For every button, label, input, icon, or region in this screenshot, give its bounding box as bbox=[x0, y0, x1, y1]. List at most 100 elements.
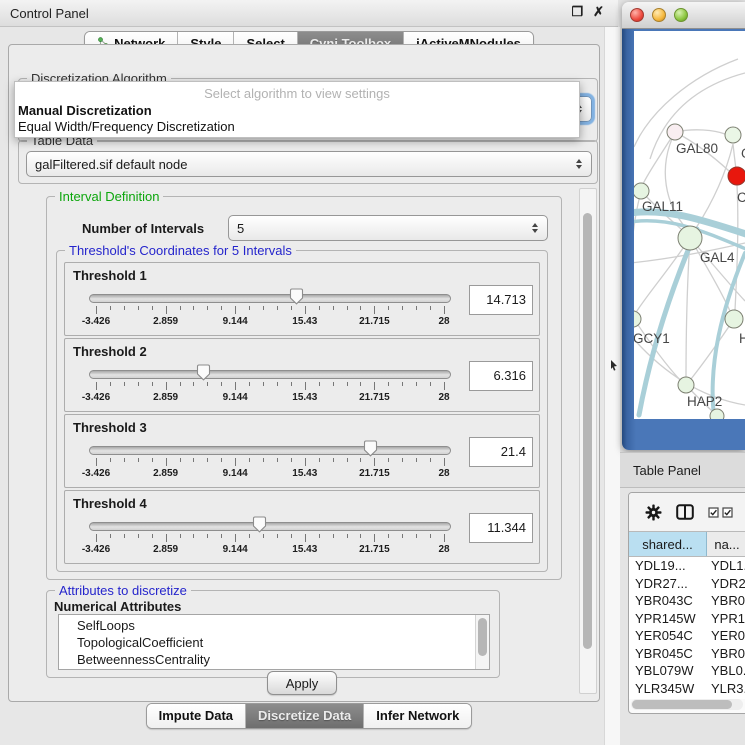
tab-impute-data[interactable]: Impute Data bbox=[147, 704, 246, 728]
zoom-traffic-light-icon[interactable] bbox=[674, 8, 688, 22]
dropdown-option-manual-discretization[interactable]: Manual Discretization bbox=[15, 102, 579, 118]
mouse-cursor bbox=[610, 360, 618, 371]
slider-tick-labels: -3.4262.8599.14415.4321.71528 bbox=[96, 316, 444, 328]
threshold-label: Threshold 2 bbox=[73, 344, 147, 359]
intervals-count-label: Number of Intervals bbox=[82, 221, 204, 236]
node-label: C bbox=[737, 190, 745, 205]
tab-label: Impute Data bbox=[159, 708, 233, 723]
table-row[interactable]: YER054CYER0... bbox=[629, 627, 745, 645]
threshold-value-field[interactable]: 14.713 bbox=[469, 285, 533, 315]
table-panel-titlebar: Table Panel bbox=[620, 452, 745, 488]
panel-scrollbar[interactable] bbox=[579, 188, 597, 694]
network-window: GAL80GACGAL11GAL4GCY1HHAP2 bbox=[622, 2, 745, 450]
attributes-group-title: Attributes to discretize bbox=[55, 583, 191, 598]
tab-discretize-data[interactable]: Discretize Data bbox=[246, 704, 364, 728]
node-label: GAL11 bbox=[642, 199, 683, 214]
threshold-panel-2: Threshold 2 -3.4262.8599.14415.4321.71528… bbox=[64, 338, 540, 412]
table-panel-title: Table Panel bbox=[633, 463, 701, 478]
slider-ticks bbox=[96, 534, 444, 543]
table-row[interactable]: YLR345WYLR3... bbox=[629, 680, 745, 698]
network-node[interactable] bbox=[725, 127, 741, 143]
slider-ticks bbox=[96, 382, 444, 391]
table-row[interactable]: YBR045CYBR0... bbox=[629, 645, 745, 663]
slider-handle-icon[interactable] bbox=[252, 516, 267, 533]
slider-tick-labels: -3.4262.8599.14415.4321.71528 bbox=[96, 392, 444, 404]
table-panel: shared... na... YDL19...YDL1...YDR27...Y… bbox=[628, 492, 745, 714]
table-row[interactable]: YPR145WYPR1... bbox=[629, 610, 745, 628]
threshold-label: Threshold 1 bbox=[73, 268, 147, 283]
list-item[interactable]: TopologicalCoefficient bbox=[59, 634, 489, 651]
table-data-combo-value: galFiltered.sif default node bbox=[35, 157, 571, 172]
slider-handle-icon[interactable] bbox=[289, 288, 304, 305]
control-panel: Control Panel ❐ ✗ NetworkStyleSelectCyni… bbox=[0, 0, 618, 745]
network-node[interactable] bbox=[678, 377, 694, 393]
apply-button[interactable]: Apply bbox=[267, 671, 337, 695]
table-panel-toolbar bbox=[629, 493, 745, 531]
node-label: GCY1 bbox=[634, 331, 670, 346]
control-panel-titlebar: Control Panel bbox=[0, 0, 618, 27]
threshold-slider[interactable]: -3.4262.8599.14415.4321.71528 bbox=[89, 291, 451, 333]
table-data-combobox[interactable]: galFiltered.sif default node bbox=[26, 151, 592, 177]
table-row[interactable]: YDL19...YDL1... bbox=[629, 557, 745, 575]
intervals-count-value: 5 bbox=[237, 221, 527, 236]
dropdown-option-equal-width-frequency-discretization[interactable]: Equal Width/Frequency Discretization bbox=[15, 118, 579, 134]
table-header-row: shared... na... bbox=[629, 531, 745, 557]
threshold-value-field[interactable]: 6.316 bbox=[469, 361, 533, 391]
network-window-titlebar[interactable] bbox=[622, 2, 745, 29]
threshold-slider[interactable]: -3.4262.8599.14415.4321.71528 bbox=[89, 443, 451, 485]
combo-stepper-icon bbox=[571, 159, 587, 169]
network-node[interactable] bbox=[710, 409, 724, 419]
network-node[interactable] bbox=[725, 310, 743, 328]
minimize-traffic-light-icon[interactable] bbox=[652, 8, 666, 22]
table-horizontal-scrollbar[interactable] bbox=[631, 699, 743, 710]
network-canvas[interactable]: GAL80GACGAL11GAL4GCY1HHAP2 bbox=[634, 31, 745, 419]
slider-handle-icon[interactable] bbox=[363, 440, 378, 457]
dropdown-prompt: Select algorithm to view settings bbox=[15, 82, 579, 102]
threshold-panel-3: Threshold 3 -3.4262.8599.14415.4321.71528… bbox=[64, 414, 540, 488]
checkbox-icon[interactable] bbox=[722, 507, 733, 518]
network-window-frame: GAL80GACGAL11GAL4GCY1HHAP2 bbox=[622, 29, 745, 450]
split-column-icon[interactable] bbox=[676, 504, 694, 520]
thresholds-group-title: Threshold's Coordinates for 5 Intervals bbox=[65, 243, 296, 258]
slider-handle-icon[interactable] bbox=[196, 364, 211, 381]
network-graph[interactable]: GAL80GACGAL11GAL4GCY1HHAP2 bbox=[634, 31, 745, 419]
checkbox-icon[interactable] bbox=[708, 507, 719, 518]
list-item[interactable]: BetweennessCentrality bbox=[59, 651, 489, 668]
threshold-value-field[interactable]: 11.344 bbox=[469, 513, 533, 543]
network-node[interactable] bbox=[634, 311, 641, 327]
bottom-tabbar: Impute Data Discretize Data Infer Network bbox=[0, 703, 618, 729]
slider-ticks bbox=[96, 306, 444, 315]
network-node[interactable] bbox=[667, 124, 683, 140]
threshold-label: Threshold 4 bbox=[73, 496, 147, 511]
slider-tick-labels: -3.4262.8599.14415.4321.71528 bbox=[96, 468, 444, 480]
table-row[interactable]: YBR043CYBR0... bbox=[629, 592, 745, 610]
threshold-value-field[interactable]: 21.4 bbox=[469, 437, 533, 467]
intervals-count-combobox[interactable]: 5 bbox=[228, 215, 548, 241]
list-scrollbar[interactable] bbox=[475, 615, 489, 669]
tab-infer-network[interactable]: Infer Network bbox=[364, 704, 471, 728]
panel-title: Control Panel bbox=[10, 6, 89, 21]
table-row[interactable]: YBL079WYBL0... bbox=[629, 662, 745, 680]
column-header-shared-name[interactable]: shared... bbox=[629, 532, 707, 556]
network-node[interactable] bbox=[678, 226, 702, 250]
network-node[interactable] bbox=[728, 167, 745, 185]
algorithm-dropdown-list: Select algorithm to view settings Manual… bbox=[14, 81, 580, 138]
column-header-name[interactable]: na... bbox=[707, 532, 745, 556]
threshold-slider[interactable]: -3.4262.8599.14415.4321.71528 bbox=[89, 519, 451, 561]
numerical-attributes-list[interactable]: SelfLoopsTopologicalCoefficientBetweenne… bbox=[58, 614, 490, 670]
threshold-panel-4: Threshold 4 -3.4262.8599.14415.4321.71528… bbox=[64, 490, 540, 564]
threshold-label: Threshold 3 bbox=[73, 420, 147, 435]
table-row[interactable]: YDR27...YDR2... bbox=[629, 575, 745, 593]
interval-group-title: Interval Definition bbox=[55, 189, 163, 204]
node-label: HAP2 bbox=[687, 394, 722, 409]
tab-label: Infer Network bbox=[376, 708, 459, 723]
float-window-icon[interactable]: ❐ bbox=[571, 4, 583, 20]
threshold-slider[interactable]: -3.4262.8599.14415.4321.71528 bbox=[89, 367, 451, 409]
combo-stepper-icon bbox=[527, 223, 543, 233]
close-traffic-light-icon[interactable] bbox=[630, 8, 644, 22]
slider-tick-labels: -3.4262.8599.14415.4321.71528 bbox=[96, 544, 444, 556]
close-icon[interactable]: ✗ bbox=[593, 4, 604, 20]
gear-icon[interactable] bbox=[645, 504, 662, 521]
network-node[interactable] bbox=[634, 183, 649, 199]
list-item[interactable]: SelfLoops bbox=[59, 617, 489, 634]
